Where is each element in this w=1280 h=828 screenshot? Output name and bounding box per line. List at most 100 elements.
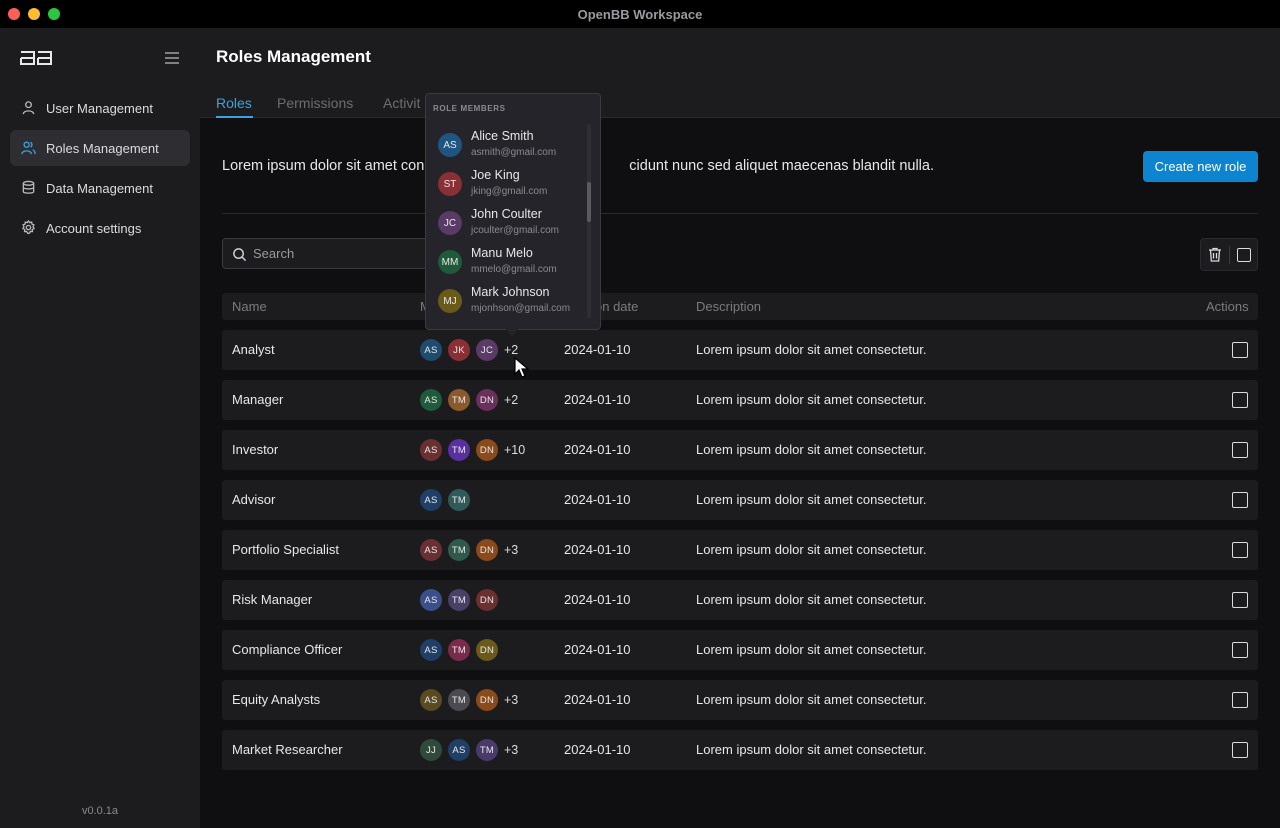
row-checkbox[interactable]	[1232, 742, 1248, 758]
member-avatar[interactable]: DN	[476, 539, 498, 561]
member-avatar[interactable]: TM	[448, 539, 470, 561]
role-name: Analyst	[232, 342, 275, 357]
sidebar-item-user-management[interactable]: User Management	[10, 90, 190, 126]
member-avatar[interactable]: DN	[476, 689, 498, 711]
role-description: Lorem ipsum dolor sit amet consectetur.	[696, 342, 927, 357]
table-row[interactable]: Analyst AS JK JC +2 2024-01-10 Lorem ipsum dol…	[222, 330, 1258, 370]
page-title: Roles Management	[216, 47, 371, 66]
table-row[interactable]: Risk Manager AS TM DN 2024-01-10 Lorem ipsum …	[222, 580, 1258, 620]
table-row[interactable]: Compliance Officer AS TM DN 2024-01-10 Lorem …	[222, 630, 1258, 670]
role-member-item[interactable]: MM Manu Melo mmelo@gmail.com	[438, 246, 588, 280]
tab-permissions[interactable]: Permissions	[277, 95, 353, 111]
app-version: v0.0.1a	[81, 805, 119, 817]
section-divider	[222, 213, 1258, 214]
member-avatar[interactable]: AS	[420, 339, 442, 361]
member-avatars[interactable]: AS TM DN +3	[420, 689, 518, 711]
member-avatar[interactable]: DN	[476, 639, 498, 661]
bulk-actions-toolbar	[1200, 238, 1258, 271]
member-avatar[interactable]: TM	[448, 589, 470, 611]
role-name: Equity Analysts	[232, 692, 321, 707]
popover-scrollbar-thumb[interactable]	[587, 182, 591, 222]
role-member-item[interactable]: AS Alice Smith asmith@gmail.com	[438, 129, 588, 163]
member-avatar[interactable]: DN	[476, 589, 498, 611]
role-member-item[interactable]: MJ Mark Johnson mjonhson@gmail.com	[438, 285, 588, 319]
role-member-item[interactable]: JC John Coulter jcoulter@gmail.com	[438, 207, 588, 241]
sidebar: User Management Roles Management Data Ma…	[0, 28, 200, 828]
row-checkbox[interactable]	[1232, 692, 1248, 708]
member-avatar[interactable]: DN	[476, 439, 498, 461]
row-checkbox[interactable]	[1232, 442, 1248, 458]
page-header: Roles Management Roles Permissions Activ…	[200, 28, 1280, 118]
member-avatar[interactable]: AS	[420, 439, 442, 461]
member-avatar[interactable]: AS	[420, 589, 442, 611]
member-avatar[interactable]: AS	[420, 539, 442, 561]
member-avatar[interactable]: DN	[476, 389, 498, 411]
role-description: Lorem ipsum dolor sit amet consectetur.	[696, 742, 927, 757]
row-checkbox[interactable]	[1232, 642, 1248, 658]
tab-activity[interactable]: Activit	[383, 95, 420, 111]
row-checkbox[interactable]	[1232, 542, 1248, 558]
table-row[interactable]: Advisor AS TM 2024-01-10 Lorem ipsum dolor s…	[222, 480, 1258, 520]
row-checkbox[interactable]	[1232, 342, 1248, 358]
member-name: Manu Melo	[471, 246, 533, 260]
member-avatar[interactable]: TM	[448, 389, 470, 411]
tab-roles[interactable]: Roles	[216, 95, 252, 111]
member-avatar[interactable]: JJ	[420, 739, 442, 761]
column-header-name[interactable]: Name	[232, 299, 267, 314]
table-row[interactable]: Manager AS TM DN +2 2024-01-10 Lorem ipsum dol…	[222, 380, 1258, 420]
member-avatars[interactable]: AS TM DN	[420, 589, 504, 611]
member-avatar[interactable]: JC	[476, 339, 498, 361]
active-tab-indicator	[216, 116, 253, 118]
member-avatar[interactable]: JK	[448, 339, 470, 361]
table-row[interactable]: Market Researcher JJ AS TM +3 2024-01-10 Lorem…	[222, 730, 1258, 770]
more-members-count[interactable]: +3	[504, 743, 518, 757]
member-avatars[interactable]: AS JK JC +2	[420, 339, 518, 361]
row-checkbox[interactable]	[1232, 592, 1248, 608]
member-avatars[interactable]: AS TM	[420, 489, 476, 511]
more-members-count[interactable]: +2	[504, 393, 518, 407]
member-avatar[interactable]: TM	[448, 639, 470, 661]
member-avatars[interactable]: AS TM DN +3	[420, 539, 518, 561]
member-avatar[interactable]: TM	[448, 489, 470, 511]
member-email: jking@gmail.com	[471, 186, 548, 197]
row-checkbox[interactable]	[1232, 392, 1248, 408]
member-avatar[interactable]: AS	[420, 689, 442, 711]
member-avatars[interactable]: JJ AS TM +3	[420, 739, 518, 761]
select-all-checkbox[interactable]	[1237, 248, 1251, 262]
sidebar-item-roles-management[interactable]: Roles Management	[10, 130, 190, 166]
member-avatar[interactable]: AS	[420, 639, 442, 661]
column-header-creation-date[interactable]: on date	[595, 299, 638, 314]
more-members-count[interactable]: +3	[504, 543, 518, 557]
table-row[interactable]: Portfolio Specialist AS TM DN +3 2024-01-10 Lo…	[222, 530, 1258, 570]
role-name: Investor	[232, 442, 279, 457]
member-avatar[interactable]: TM	[448, 439, 470, 461]
sidebar-item-data-management[interactable]: Data Management	[10, 170, 190, 206]
table-row[interactable]: Equity Analysts AS TM DN +3 2024-01-10 Lorem i…	[222, 680, 1258, 720]
member-avatars[interactable]: AS TM DN	[420, 639, 504, 661]
member-avatar: JC	[438, 211, 462, 235]
member-avatars[interactable]: AS TM DN +2	[420, 389, 518, 411]
creation-date: 2024-01-10	[564, 692, 631, 707]
role-description: Lorem ipsum dolor sit amet consectetur.	[696, 442, 927, 457]
role-member-item[interactable]: ST Joe King jking@gmail.com	[438, 168, 588, 202]
member-avatar[interactable]: TM	[448, 689, 470, 711]
more-members-count[interactable]: +10	[504, 443, 525, 457]
row-checkbox[interactable]	[1232, 492, 1248, 508]
more-members-count[interactable]: +2	[504, 343, 518, 357]
sidebar-item-account-settings[interactable]: Account settings	[10, 210, 190, 246]
member-avatar[interactable]: AS	[420, 389, 442, 411]
table-row[interactable]: Investor AS TM DN +10 2024-01-10 Lorem ipsum d…	[222, 430, 1258, 470]
gear-icon	[21, 220, 36, 234]
member-avatar: MM	[438, 250, 462, 274]
create-new-role-button[interactable]: Create new role	[1143, 151, 1258, 182]
hamburger-menu-icon[interactable]	[164, 51, 180, 65]
more-members-count[interactable]: +3	[504, 693, 518, 707]
search-input[interactable]	[253, 239, 423, 268]
member-avatar[interactable]: TM	[476, 739, 498, 761]
trash-icon[interactable]	[1208, 247, 1222, 262]
role-name: Manager	[232, 392, 284, 407]
member-avatar[interactable]: AS	[448, 739, 470, 761]
user-icon	[22, 101, 35, 115]
member-avatar[interactable]: AS	[420, 489, 442, 511]
member-avatars[interactable]: AS TM DN +10	[420, 439, 525, 461]
